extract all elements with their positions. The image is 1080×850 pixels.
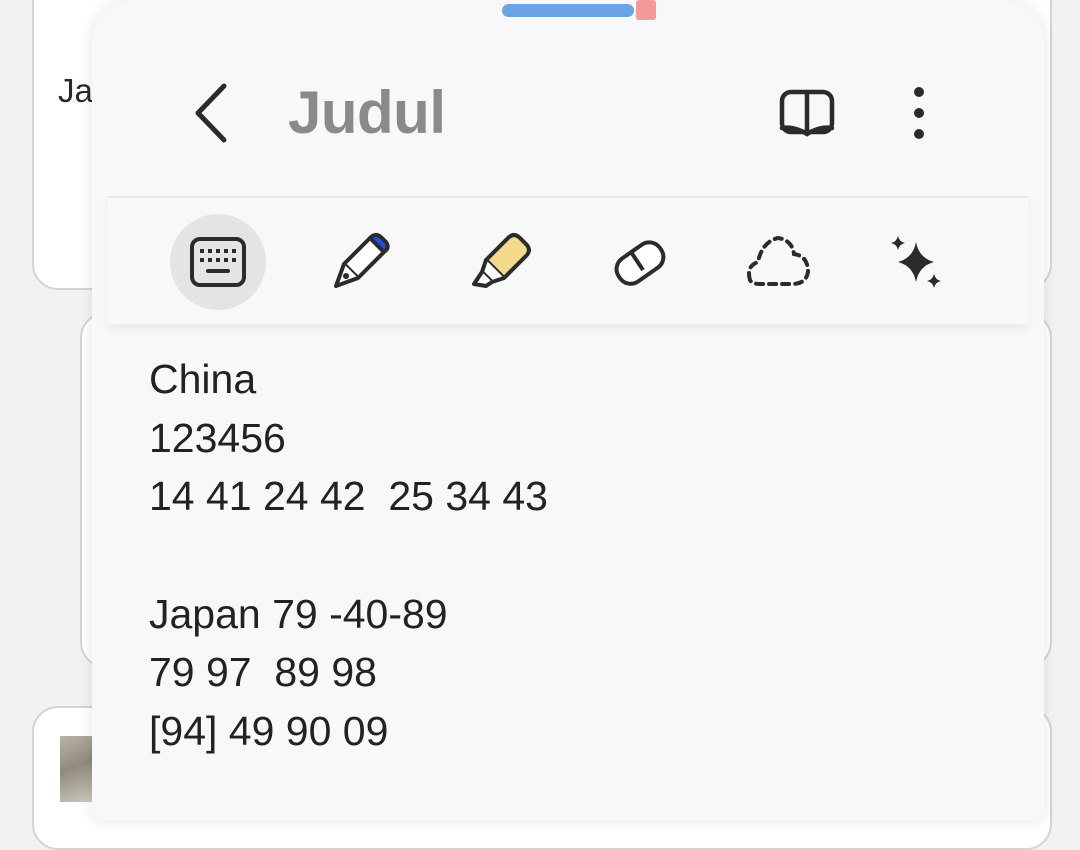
highlighter-icon <box>472 233 531 288</box>
background-note-snippet: Ja <box>58 72 93 109</box>
drag-handle[interactable] <box>502 4 634 17</box>
app-bar: Judul <box>92 60 1044 170</box>
more-vertical-icon <box>914 87 924 139</box>
lasso-tool-button[interactable] <box>730 214 826 310</box>
note-line: 79 97 89 98 <box>149 649 377 696</box>
drag-handle-marker <box>636 0 656 20</box>
note-line: 14 41 24 42 25 34 43 <box>149 473 548 520</box>
ai-assist-tool-button[interactable] <box>870 214 966 310</box>
note-editor-sheet: Judul China 123456 14 41 24 42 25 34 43 … <box>92 0 1044 820</box>
note-line: [94] 49 90 09 <box>149 708 389 755</box>
reading-mode-button[interactable] <box>776 82 838 144</box>
note-line: Japan 79 -40-89 <box>149 590 448 637</box>
note-body-text[interactable]: China 123456 14 41 24 42 25 34 43 Japan … <box>149 350 1009 761</box>
drawing-toolbar <box>108 196 1028 324</box>
more-options-button[interactable] <box>896 82 942 144</box>
keyboard-tool-button[interactable] <box>170 214 266 310</box>
pen-tool-button[interactable] <box>310 214 406 310</box>
background-note-thumbnail <box>60 736 96 802</box>
note-line <box>149 526 1009 585</box>
ai-sparkle-icon <box>891 236 941 288</box>
eraser-tool-button[interactable] <box>590 214 686 310</box>
lasso-select-icon <box>747 235 811 286</box>
fountain-pen-icon <box>334 233 390 288</box>
highlighter-tool-button[interactable] <box>450 214 546 310</box>
keyboard-icon <box>190 237 246 287</box>
chevron-left-icon <box>195 83 227 143</box>
eraser-icon <box>614 240 666 286</box>
note-line: China <box>149 356 257 402</box>
note-title[interactable]: Judul <box>288 78 446 147</box>
back-button[interactable] <box>184 80 244 146</box>
note-line: 123456 <box>149 414 286 461</box>
book-open-icon <box>779 89 835 137</box>
